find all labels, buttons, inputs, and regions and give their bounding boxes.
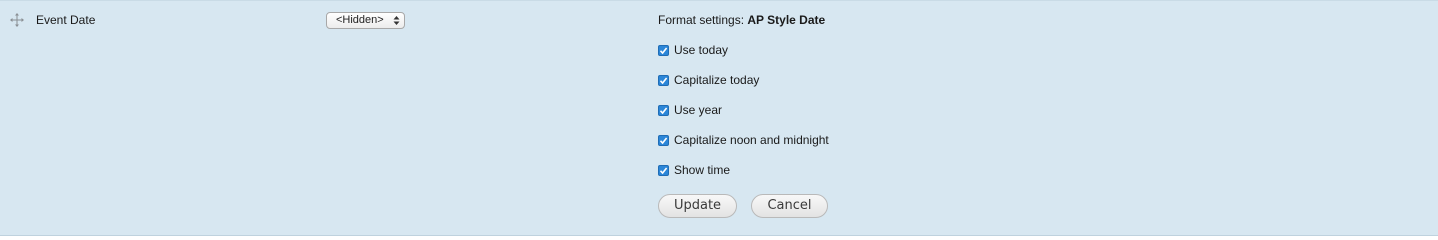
checkbox[interactable] xyxy=(658,165,669,176)
format-name: AP Style Date xyxy=(747,13,826,27)
option-show-time[interactable]: Show time xyxy=(658,163,730,178)
option-use-today[interactable]: Use today xyxy=(658,43,728,58)
updown-arrows-icon xyxy=(393,14,400,27)
format-settings-prefix: Format settings: xyxy=(658,13,745,27)
option-label[interactable]: Capitalize noon and midnight xyxy=(674,133,829,148)
option-label[interactable]: Show time xyxy=(674,163,730,178)
option-capitalize-noon-midnight[interactable]: Capitalize noon and midnight xyxy=(658,133,829,148)
checkbox[interactable] xyxy=(658,135,669,146)
cancel-button[interactable]: Cancel xyxy=(751,194,828,218)
move-arrows-icon[interactable] xyxy=(10,13,24,27)
checkbox[interactable] xyxy=(658,45,669,56)
update-button[interactable]: Update xyxy=(658,194,737,218)
option-label[interactable]: Use today xyxy=(674,43,728,58)
select-value: <Hidden> xyxy=(336,14,384,26)
option-use-year[interactable]: Use year xyxy=(658,103,722,118)
field-label: Event Date xyxy=(36,13,96,27)
check-icon xyxy=(659,47,668,55)
check-icon xyxy=(659,167,668,175)
option-label[interactable]: Capitalize today xyxy=(674,73,759,88)
check-icon xyxy=(659,77,668,85)
field-row: Event Date <Hidden> Format settings: AP … xyxy=(0,0,1438,236)
option-label[interactable]: Use year xyxy=(674,103,722,118)
checkbox[interactable] xyxy=(658,105,669,116)
format-settings-title: Format settings: AP Style Date xyxy=(658,13,1058,28)
option-capitalize-today[interactable]: Capitalize today xyxy=(658,73,759,88)
check-icon xyxy=(659,137,668,145)
check-icon xyxy=(659,107,668,115)
label-display-select[interactable]: <Hidden> xyxy=(326,12,405,29)
format-settings-panel: Format settings: AP Style Date Use today… xyxy=(658,13,1058,218)
checkbox[interactable] xyxy=(658,75,669,86)
